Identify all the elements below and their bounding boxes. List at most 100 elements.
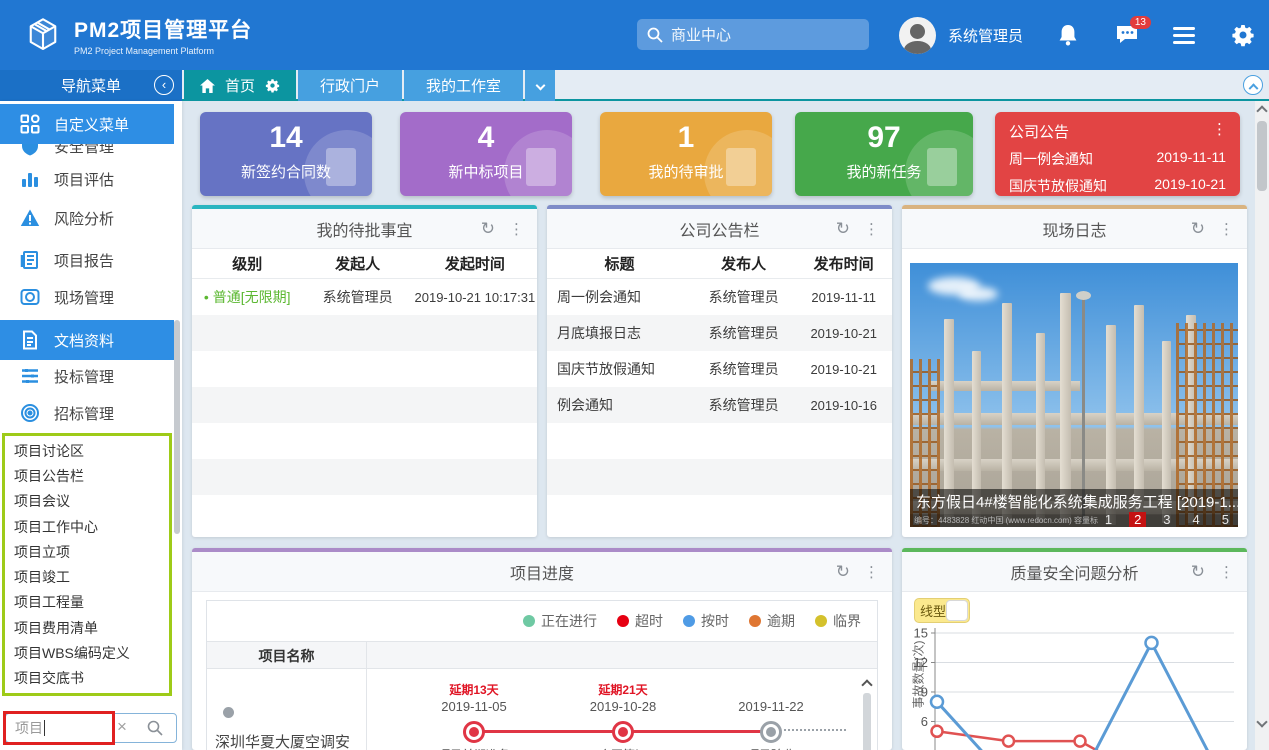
- page-number-3[interactable]: 3: [1158, 512, 1175, 527]
- milestone-2[interactable]: 延期21天2019-10-28合同签订: [553, 681, 693, 750]
- publisher-cell: 系统管理员: [692, 287, 796, 307]
- panel-quality: 质量安全问题分析 ↻⋮ 线型 事故数量(次) 151296: [902, 548, 1247, 750]
- scroll-down-icon[interactable]: [1256, 716, 1267, 727]
- toggle-knob: [946, 600, 968, 621]
- search-result-item-5[interactable]: 项目立项: [5, 542, 169, 562]
- sidebar-item-8[interactable]: 投标管理: [0, 356, 174, 396]
- milestone-3[interactable]: 2019-11-22项目验收: [701, 681, 841, 750]
- sidebar-item-9[interactable]: 招标管理: [0, 393, 174, 433]
- search-result-item-2[interactable]: 项目公告栏: [5, 466, 169, 486]
- tab-2[interactable]: 行政门户: [298, 70, 402, 101]
- document-icon: [20, 330, 40, 350]
- user-name[interactable]: 系统管理员: [948, 25, 1023, 46]
- photo-watermark: 编号：4483828 红动中国 (www.redocn.com) 容量标: [914, 515, 1098, 526]
- legend-label: 逾期: [767, 611, 795, 631]
- bulletin-title-cell: 月底填报日志: [547, 323, 692, 343]
- refresh-icon[interactable]: ↻: [481, 219, 495, 239]
- legend-dot: [749, 615, 761, 627]
- menu-hamburger-icon[interactable]: [1173, 23, 1197, 47]
- scroll-up-icon[interactable]: [1256, 105, 1267, 116]
- bulletin-title-cell: 例会通知: [547, 395, 692, 415]
- project-row[interactable]: 深圳华夏大厦空调安: [207, 669, 367, 750]
- sidebar-item-4[interactable]: 风险分析: [0, 198, 174, 238]
- sidebar-scrollbar[interactable]: [174, 320, 180, 534]
- panel-site-log: 现场日志 ↻⋮ 东方假日4#楼智能化系统集成服务工程 [2019-1... 编号…: [902, 205, 1247, 537]
- refresh-icon[interactable]: ↻: [1191, 562, 1205, 582]
- tab-3[interactable]: 我的工作室: [404, 70, 523, 101]
- page-tabs: 首页行政门户我的工作室: [184, 70, 555, 101]
- notification-bell-icon[interactable]: [1057, 23, 1081, 47]
- stat-card-3[interactable]: 1我的待审批: [600, 112, 772, 196]
- legend-dot: [617, 615, 629, 627]
- table-row[interactable]: 例会通知系统管理员2019-10-16: [547, 387, 892, 423]
- sidebar-item-5[interactable]: 项目报告: [0, 240, 174, 280]
- stat-card-1[interactable]: 14新签约合同数: [200, 112, 372, 196]
- search-result-item-8[interactable]: 项目费用清单: [5, 618, 169, 638]
- settings-gear-icon[interactable]: [1231, 23, 1255, 47]
- table-row[interactable]: 月底填报日志系统管理员2019-10-21: [547, 315, 892, 351]
- sidebar-item-1[interactable]: 自定义菜单: [0, 104, 174, 144]
- panel-title: 项目进度: [510, 560, 574, 584]
- scroll-thumb[interactable]: [1257, 121, 1267, 191]
- refresh-icon[interactable]: ↻: [1191, 219, 1205, 239]
- cube-logo-icon: [22, 14, 64, 56]
- announcement-date: 2019-10-21: [1154, 176, 1226, 196]
- refresh-icon[interactable]: ↻: [836, 219, 850, 239]
- search-result-item-4[interactable]: 项目工作中心: [5, 517, 169, 537]
- search-result-item-6[interactable]: 项目竣工: [5, 567, 169, 587]
- announcement-card[interactable]: 公司公告 ⋮ 周一例会通知2019-11-11国庆节放假通知2019-10-21: [995, 112, 1240, 196]
- stat-card-4[interactable]: 97我的新任务: [795, 112, 973, 196]
- sidebar-search-icon[interactable]: [147, 720, 163, 736]
- page-number-2[interactable]: 2: [1129, 512, 1146, 527]
- line-type-toggle[interactable]: 线型: [914, 598, 970, 623]
- search-result-item-7[interactable]: 项目工程量: [5, 592, 169, 612]
- global-search-input[interactable]: 商业中心: [637, 19, 869, 50]
- empty-row: [547, 423, 892, 459]
- empty-row: [192, 315, 537, 351]
- more-options-icon[interactable]: ⋮: [1219, 563, 1235, 581]
- tab-overflow-dropdown[interactable]: [525, 70, 555, 101]
- initiator-cell: 系统管理员: [302, 287, 412, 307]
- sidebar-header: 导航菜单 ‹: [0, 70, 182, 101]
- page-number-4[interactable]: 4: [1188, 512, 1205, 527]
- clear-search-icon[interactable]: ×: [117, 720, 131, 734]
- page-number-1[interactable]: 1: [1100, 512, 1117, 527]
- site-photo[interactable]: 东方假日4#楼智能化系统集成服务工程 [2019-1... 编号：4483828…: [910, 263, 1238, 527]
- more-options-icon[interactable]: ⋮: [1212, 120, 1228, 138]
- quality-line-chart: 151296: [908, 625, 1241, 750]
- tab-gear-icon[interactable]: [265, 78, 280, 93]
- legend-item: 逾期: [749, 611, 795, 631]
- milestone-1[interactable]: 延期13天2019-11-05项目前期准备: [404, 681, 544, 750]
- legend-item: 临界: [815, 611, 861, 631]
- sidebar-collapse-icon[interactable]: ‹: [154, 75, 174, 95]
- page-number-5[interactable]: 5: [1217, 512, 1234, 527]
- table-row[interactable]: 周一例会通知系统管理员2019-11-11: [547, 279, 892, 315]
- table-row[interactable]: 国庆节放假通知系统管理员2019-10-21: [547, 351, 892, 387]
- collapse-panel-icon[interactable]: [1243, 75, 1263, 95]
- messages-icon[interactable]: 13: [1115, 23, 1139, 47]
- tab-1[interactable]: 首页: [184, 70, 296, 101]
- date-cell: 2019-10-16: [795, 398, 892, 413]
- search-result-item-9[interactable]: 项目WBS编码定义: [5, 643, 169, 663]
- sidebar-item-6[interactable]: 现场管理: [0, 277, 174, 317]
- panel-title: 我的待批事宜: [316, 217, 412, 241]
- search-result-item-1[interactable]: 项目讨论区: [5, 441, 169, 461]
- table-row[interactable]: 普通[无限期]系统管理员2019-10-21 10:17:31: [192, 279, 537, 315]
- timeline-scrollbar[interactable]: [861, 677, 873, 750]
- more-options-icon[interactable]: ⋮: [864, 563, 880, 581]
- legend-dot: [523, 615, 535, 627]
- milestone-delay: [701, 681, 841, 697]
- search-result-item-3[interactable]: 项目会议: [5, 491, 169, 511]
- announcement-row[interactable]: 周一例会通知2019-11-11: [1009, 149, 1226, 169]
- more-options-icon[interactable]: ⋮: [509, 220, 525, 238]
- search-result-item-10[interactable]: 项目交底书: [5, 668, 169, 688]
- sidebar-item-7[interactable]: 文档资料: [0, 320, 174, 360]
- user-avatar[interactable]: [899, 17, 936, 54]
- stat-card-2[interactable]: 4新中标项目: [400, 112, 572, 196]
- more-options-icon[interactable]: ⋮: [864, 220, 880, 238]
- more-options-icon[interactable]: ⋮: [1219, 220, 1235, 238]
- refresh-icon[interactable]: ↻: [836, 562, 850, 582]
- announcement-row[interactable]: 国庆节放假通知2019-10-21: [1009, 176, 1226, 196]
- main-scrollbar[interactable]: [1255, 101, 1269, 750]
- target-icon: [20, 403, 40, 423]
